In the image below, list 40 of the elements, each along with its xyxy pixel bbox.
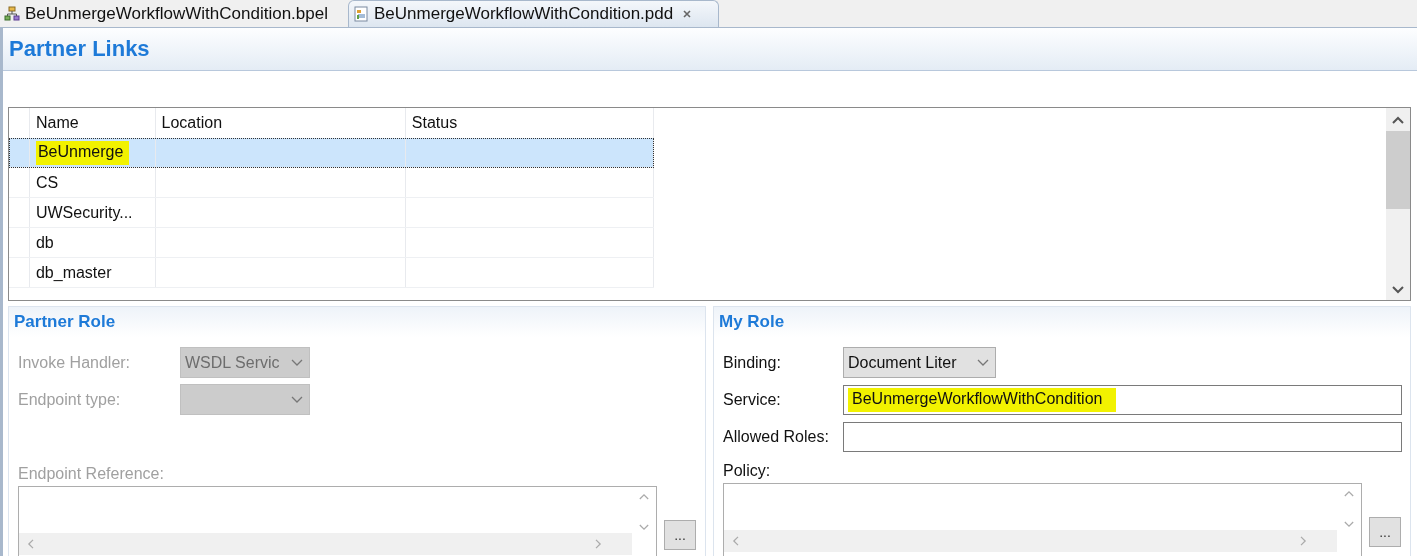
field-label: Endpoint Reference: [17,464,165,483]
input-field[interactable] [843,421,1402,452]
field-label: Allowed Roles: [723,427,830,446]
close-icon[interactable] [682,9,693,19]
chevron-down-icon [291,395,303,404]
scroll-right-icon[interactable] [1300,536,1307,546]
document-icon [353,6,369,22]
table-cell: BeUnmerge [35,140,130,165]
chevron-down-icon [977,358,989,367]
diagram-icon [4,6,20,22]
table-cell: UWSecurity... [35,203,133,222]
field-label: Service: [723,390,782,409]
scrollbar[interactable] [1386,108,1410,300]
chevron-down-icon [291,358,303,367]
table-cell: CS [35,173,59,192]
text-area[interactable] [723,483,1362,556]
field-label: Endpoint type: [18,390,122,409]
field-label: Policy: [722,461,772,480]
editor-tab[interactable]: BeUnmergeWorkflowWithCondition.bpel [0,1,348,27]
table-row[interactable]: CS [9,168,654,198]
table-row[interactable]: db_master [9,258,654,288]
dropdown[interactable]: Document Liter [843,347,996,378]
editor-tab[interactable]: BeUnmergeWorkflowWithCondition.pdd [348,0,720,27]
field-label: Binding: [723,353,782,372]
scroll-left-icon[interactable] [732,536,739,546]
scroll-down-icon[interactable] [1392,286,1404,294]
section-title: My Role [719,312,785,332]
table-cell: db_master [35,263,112,282]
browse-button[interactable]: ... [1369,517,1401,547]
table-row[interactable]: UWSecurity... [9,198,654,228]
table-cell: db [35,233,54,252]
scroll-right-icon[interactable] [595,539,602,549]
section-title: Partner Role [14,312,116,332]
selected-row[interactable]: BeUnmerge [9,138,654,168]
scroll-left-icon[interactable] [27,539,34,549]
scroll-up-icon[interactable] [1392,116,1404,124]
page-title: Partner Links [9,36,150,62]
field-label: Invoke Handler: [18,353,132,372]
input-field[interactable]: BeUnmergeWorkflowWithCondition [843,384,1402,415]
table-row[interactable]: db [9,228,654,258]
